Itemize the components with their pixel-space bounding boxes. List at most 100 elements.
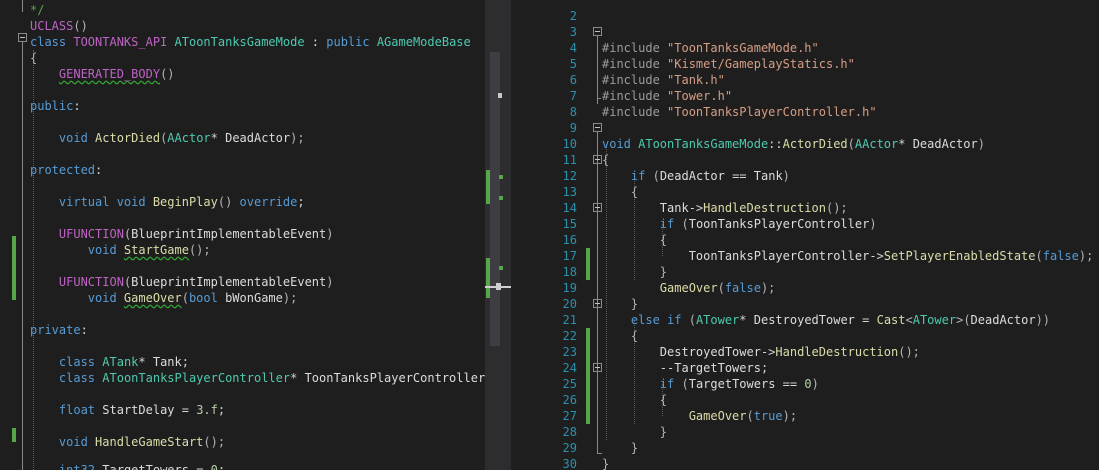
code-token: class xyxy=(58,355,103,369)
code-token: #include xyxy=(602,41,668,55)
code-token: ) xyxy=(811,377,819,391)
vertical-scrollbar[interactable] xyxy=(485,0,511,470)
code-line[interactable]: ToonTanksPlayerController->SetPlayerEnab… xyxy=(602,248,1094,264)
code-line[interactable]: { xyxy=(30,50,37,66)
code-line[interactable]: #include "Tank.h" xyxy=(602,72,725,88)
code-line[interactable]: #include "ToonTanksPlayerController.h" xyxy=(602,104,877,120)
code-token: HandleGameStart xyxy=(95,435,204,449)
code-line[interactable]: protected: xyxy=(30,162,102,178)
code-token: ); xyxy=(760,281,776,295)
code-line[interactable]: GENERATED_BODY() xyxy=(30,66,175,82)
code-token: * xyxy=(210,131,226,145)
code-token: StartDelay xyxy=(102,403,175,417)
code-token: UFUNCTION xyxy=(58,227,124,241)
code-token: ActorDied xyxy=(782,137,848,151)
code-line[interactable]: void AToonTanksGameMode::ActorDied(AActo… xyxy=(602,136,985,152)
fold-guide xyxy=(22,0,23,12)
code-line[interactable]: Tank->HandleDestruction(); xyxy=(602,200,848,216)
code-token: #include xyxy=(602,105,668,119)
code-token: BlueprintImplementableEvent xyxy=(131,275,327,289)
header-editor-pane[interactable]: */UCLASS() class TOONTANKS_API AToonTanks… xyxy=(0,0,485,470)
code-token: "ToonTanksGameMode.h" xyxy=(667,41,819,55)
change-bar xyxy=(12,236,16,268)
code-line[interactable]: virtual void BeginPlay() override; xyxy=(30,194,305,210)
code-line[interactable]: GameOver(true); xyxy=(602,408,797,424)
fold-toggle-icon[interactable] xyxy=(18,33,27,42)
code-token: * xyxy=(898,137,913,151)
code-line[interactable]: { xyxy=(602,328,638,344)
code-line[interactable]: { xyxy=(602,392,667,408)
code-line[interactable]: if (ToonTanksPlayerController) xyxy=(602,216,877,232)
code-token: */ xyxy=(30,3,45,17)
code-token: TOONTANKS_API xyxy=(73,35,175,49)
line-number: 19 xyxy=(562,281,577,295)
code-line[interactable]: { xyxy=(602,184,638,200)
line-number: 18 xyxy=(562,265,577,279)
code-token: ; xyxy=(297,195,305,209)
code-line[interactable]: if (TargetTowers == 0) xyxy=(602,376,819,392)
code-line[interactable]: DestroyedTower->HandleDestruction(); xyxy=(602,344,920,360)
code-line[interactable]: void GameOver(bool bWonGame); xyxy=(30,290,298,306)
code-line[interactable]: if (DeadActor == Tank) xyxy=(602,168,790,184)
line-number: 26 xyxy=(562,393,577,407)
code-line[interactable]: { xyxy=(602,152,609,168)
code-line[interactable]: GameOver(false); xyxy=(602,280,776,296)
code-line[interactable]: class ATank* Tank; xyxy=(30,354,189,370)
code-token: ; xyxy=(217,463,226,470)
code-token: TargetTowers xyxy=(688,377,776,391)
fold-guide xyxy=(597,98,601,99)
code-line[interactable]: { xyxy=(602,232,667,248)
code-line[interactable]: class AToonTanksPlayerController* ToonTa… xyxy=(30,370,485,386)
code-token: (); xyxy=(188,243,211,257)
fold-toggle-icon[interactable] xyxy=(593,203,602,212)
change-bar xyxy=(12,268,16,300)
code-line[interactable]: } xyxy=(602,424,667,440)
code-line[interactable]: class TOONTANKS_API AToonTanksGameMode :… xyxy=(30,34,471,50)
code-line[interactable]: void HandleGameStart(); xyxy=(30,434,225,450)
code-line[interactable]: } xyxy=(602,296,638,312)
code-line[interactable]: UFUNCTION(BlueprintImplementableEvent) xyxy=(30,274,334,290)
code-token: UCLASS xyxy=(30,19,74,33)
code-line[interactable]: void StartGame(); xyxy=(30,242,211,258)
code-line[interactable]: } xyxy=(602,456,609,470)
code-line[interactable]: else if (ATower* DestroyedTower = Cast<A… xyxy=(602,312,1050,328)
code-line[interactable]: public: xyxy=(30,98,81,114)
code-line[interactable]: void ActorDied(AActor* DeadActor); xyxy=(30,130,305,146)
code-token: )) xyxy=(1035,313,1051,327)
code-line[interactable]: UFUNCTION(BlueprintImplementableEvent) xyxy=(30,226,334,242)
code-line[interactable]: } xyxy=(602,440,638,456)
fold-toggle-icon[interactable] xyxy=(593,299,602,308)
code-token: 0 xyxy=(210,463,218,470)
code-line[interactable]: #include "Kismet/GameplayStatics.h" xyxy=(602,56,855,72)
line-number: 10 xyxy=(562,137,577,151)
code-line[interactable]: } xyxy=(602,264,667,280)
code-line[interactable]: int32 TargetTowers = 0; xyxy=(30,462,225,470)
line-number: 23 xyxy=(562,345,577,359)
fold-toggle-icon[interactable] xyxy=(593,155,602,164)
code-line[interactable]: float StartDelay = 3.f; xyxy=(30,402,225,418)
code-line[interactable]: #include "ToonTanksGameMode.h" xyxy=(602,40,819,56)
line-number: 13 xyxy=(562,185,577,199)
fold-toggle-icon[interactable] xyxy=(593,363,602,372)
code-line[interactable]: #include "Tower.h" xyxy=(602,88,732,104)
code-token: Tank xyxy=(753,169,783,183)
code-token: ( xyxy=(681,217,689,231)
fold-toggle-icon[interactable] xyxy=(593,123,602,132)
fold-toggle-icon[interactable] xyxy=(593,27,602,36)
code-token: 3.f xyxy=(196,403,218,417)
code-token: ToonTanksPlayerController xyxy=(304,371,485,385)
code-line[interactable]: UCLASS() xyxy=(30,18,88,34)
code-token: GameOver xyxy=(123,291,182,305)
code-line[interactable]: --TargetTowers; xyxy=(602,360,768,376)
code-line[interactable]: private: xyxy=(30,322,88,338)
line-number: 14 xyxy=(562,201,577,215)
code-line[interactable]: */ xyxy=(30,2,44,18)
code-token: ( xyxy=(681,377,689,391)
source-editor-pane[interactable]: 2 3 4 #include "ToonTanksGameMode.h" 5 #inclu… xyxy=(511,0,1099,470)
